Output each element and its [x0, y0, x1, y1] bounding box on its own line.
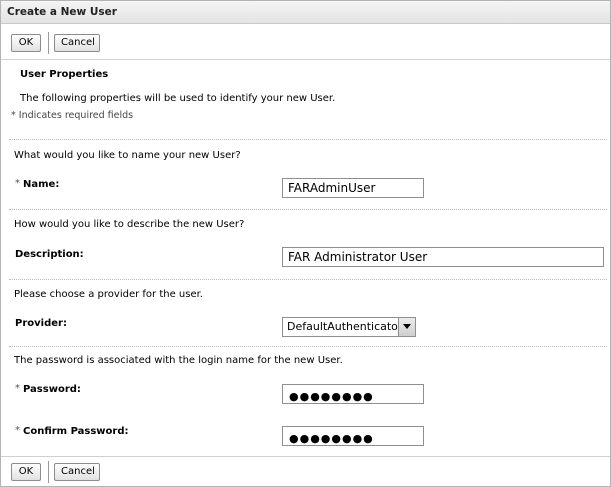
cancel-button-top[interactable]: Cancel [54, 34, 100, 52]
dropdown-arrow-icon[interactable] [398, 318, 415, 336]
name-prompt: What would you like to name your new Use… [14, 150, 241, 161]
name-input[interactable]: FARAdminUser [282, 178, 424, 198]
name-label: Name: [23, 179, 60, 190]
confirm-password-input[interactable]: ●●●●●●●● [282, 426, 424, 446]
button-separator [48, 461, 49, 483]
required-star-icon: * [15, 178, 20, 189]
divider [9, 279, 607, 280]
divider [9, 139, 607, 140]
section-intro: The following properties will be used to… [20, 93, 336, 104]
dialog-title: Create a New User [7, 6, 117, 18]
provider-select[interactable]: DefaultAuthenticator [282, 317, 416, 337]
required-fields-note: * Indicates required fields [11, 110, 134, 121]
required-star-icon: * [15, 425, 20, 436]
ok-button-top[interactable]: OK [11, 34, 41, 52]
confirm-password-mask: ●●●●●●●● [289, 432, 374, 445]
description-prompt: How would you like to describe the new U… [14, 219, 245, 230]
confirm-password-label: Confirm Password: [23, 426, 129, 437]
description-input[interactable]: FAR Administrator User [282, 247, 604, 267]
ok-button-bottom[interactable]: OK [11, 463, 41, 481]
dialog-titlebar: Create a New User [1, 1, 610, 24]
divider [9, 346, 607, 347]
provider-label: Provider: [15, 318, 67, 329]
cancel-button-bottom[interactable]: Cancel [54, 463, 100, 481]
divider [9, 209, 607, 210]
section-heading: User Properties [20, 69, 109, 80]
password-input[interactable]: ●●●●●●●● [282, 384, 424, 404]
description-label: Description: [15, 249, 84, 260]
password-mask: ●●●●●●●● [289, 390, 374, 403]
password-prompt: The password is associated with the logi… [14, 355, 343, 366]
password-label: Password: [23, 384, 81, 395]
button-separator [48, 32, 49, 54]
create-user-dialog: Create a New User OK Cancel User Propert… [0, 0, 611, 487]
required-star-icon: * [15, 383, 20, 394]
provider-prompt: Please choose a provider for the user. [14, 289, 203, 300]
divider [1, 59, 610, 60]
divider [1, 456, 610, 457]
provider-selected-value: DefaultAuthenticator [287, 320, 403, 333]
